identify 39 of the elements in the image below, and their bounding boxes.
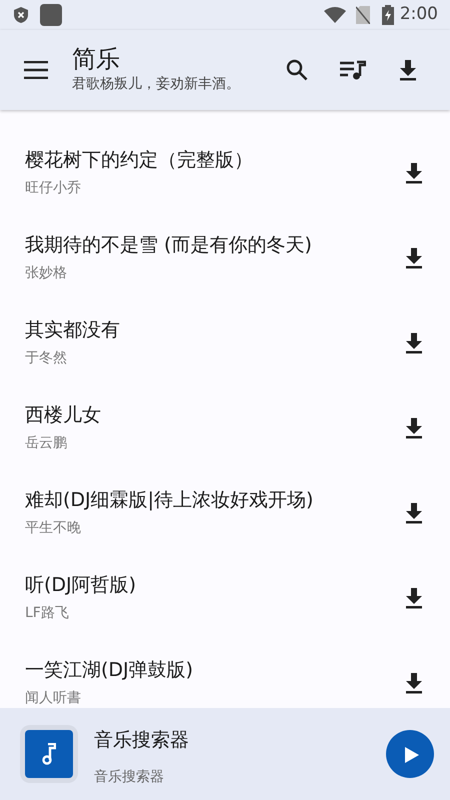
download-icon [404, 502, 424, 524]
album-art[interactable] [20, 725, 78, 783]
song-artist: LF路飞 [25, 604, 70, 624]
music-note-icon [42, 743, 56, 765]
play-button[interactable] [386, 730, 434, 778]
wifi-icon [324, 7, 346, 23]
shield-icon [14, 7, 28, 23]
song-artist: 于冬然 [25, 349, 68, 368]
download-icon [404, 672, 424, 694]
now-playing-subtitle: 音乐搜索器 [94, 768, 165, 786]
download-icon [404, 586, 424, 608]
playlist-icon [340, 59, 366, 81]
download-icon [398, 59, 418, 81]
song-title: 西楼儿女 [25, 402, 102, 428]
download-icon [404, 162, 424, 184]
song-title: 其实都没有 [25, 318, 121, 343]
song-title: 樱花树下的约定（完整版） [25, 148, 254, 173]
app-icon [40, 4, 62, 26]
song-title: 我期待的不是雪 (而是有你的冬天) [25, 232, 313, 258]
download-icon [404, 332, 424, 354]
song-artist: 岳云鹏 [25, 434, 68, 454]
search-icon [286, 59, 308, 81]
no-sim-icon [356, 6, 370, 24]
download-icon [404, 246, 424, 268]
song-artist: 旺仔小乔 [25, 179, 82, 198]
song-artist: 闻人听書 [25, 689, 82, 708]
song-title: 难却(DJ细霖版|待上浓妆好戏开场) [25, 488, 314, 513]
song-title: 一笑江湖(DJ弹鼓版) [25, 658, 194, 683]
app-subtitle: 君歌杨叛儿，妾劝新丰酒。 [72, 74, 241, 94]
play-icon [404, 746, 418, 763]
download-icon [404, 416, 424, 438]
time-text: 2:00 [400, 3, 438, 26]
menu-icon [24, 61, 48, 79]
app-title: 简乐 [72, 45, 121, 74]
song-title: 听(DJ阿哲版) [25, 572, 138, 598]
song-artist: 平生不晚 [25, 519, 82, 538]
now-playing-title: 音乐搜索器 [94, 728, 190, 753]
battery-icon [382, 5, 394, 25]
song-artist: 张妙格 [25, 264, 68, 284]
